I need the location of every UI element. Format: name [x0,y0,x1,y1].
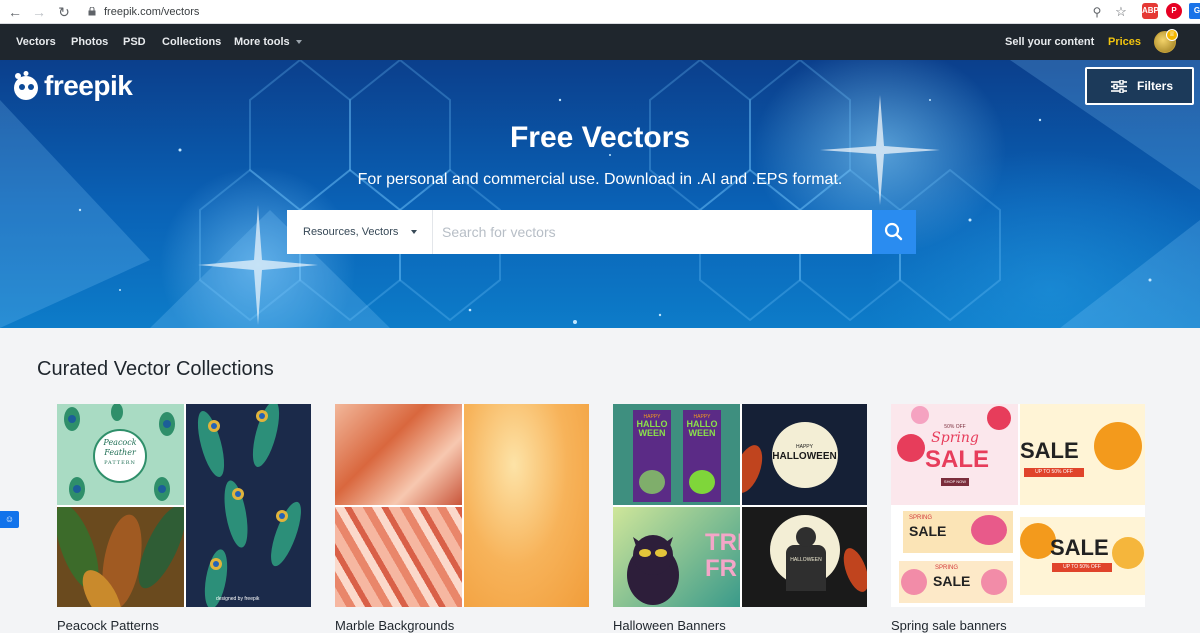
logo-wordmark: freepik [44,70,133,101]
tile-text: SALE [909,523,947,539]
search-button[interactable] [872,210,916,254]
flower-shape [971,515,1007,545]
flower-shape [1112,537,1144,569]
search-input[interactable] [442,210,872,254]
card-label[interactable]: Marble Backgrounds [335,618,454,633]
card-label[interactable]: Spring sale banners [891,618,1007,633]
search-bar: Resources, Vectors [287,210,916,254]
tropical-leaves-graphic [57,507,184,607]
flower-shape [981,569,1007,595]
tile-text: SALE [1050,535,1109,560]
sell-content-link[interactable]: Sell your content [1005,24,1094,60]
page-title: Free Vectors [509,121,691,154]
tile-text: UP TO 50% OFF [1052,563,1112,572]
flower-shape [901,569,927,595]
bookmark-star-icon[interactable]: ☆ [1112,3,1130,21]
tile-text: UP TO 50% OFF [1024,468,1084,477]
adblock-icon[interactable]: ABP [1142,3,1159,19]
credit-text: designed by freepik [216,596,260,602]
filters-button[interactable]: Filters [1085,67,1194,105]
tile-text: FR [705,555,737,582]
freepik-logo-icon [14,71,38,100]
premium-crown-icon: ♕ [1166,29,1178,41]
hero-banner [0,60,1200,328]
nav-more-tools[interactable]: More tools [234,24,302,60]
card-thumb: TRI FR [613,507,740,607]
flower-shape [911,406,929,424]
tile-text: HALLOWEEN [790,557,822,563]
collections-heading: Curated Vector Collections [37,358,274,380]
search-scope-select[interactable]: Resources, Vectors [287,210,433,254]
tile-text: HALLO WEEN [686,419,718,438]
collection-card-marble[interactable] [335,404,589,607]
tile-text: Feather [104,448,136,457]
flower-shape [1094,422,1142,470]
browser-toolbar: ← → ↻ freepik.com/vectors ⚲ ☆ ABP P G [0,0,1200,24]
filters-label: Filters [1137,79,1174,93]
address-bar[interactable]: freepik.com/vectors [104,3,199,21]
extension-icon[interactable]: G [1189,3,1200,19]
nav-psd[interactable]: PSD [123,24,146,60]
card-thumb: SALE UP TO 50% OFF [1020,404,1145,505]
tile-text: SPRING [935,565,959,571]
sliders-icon [1111,80,1127,93]
tile-text: SPRING [909,515,933,521]
tile-text: SALE [933,573,971,589]
arrow-left-icon[interactable]: ← [6,3,24,21]
card-thumb: designed by freepik [186,404,311,607]
arrow-right-icon[interactable]: → [30,3,48,21]
card-thumb: HAPPY HALLO WEEN HAPPY HALLO WEEN [613,404,740,505]
peacock-tile-title: Peacock Feather PATTERN [94,438,146,468]
tombstone-shape [786,545,826,591]
card-thumb: HALLOWEEN [742,507,867,607]
chevron-down-icon [295,40,302,45]
zoom-icon[interactable]: ⚲ [1088,3,1106,21]
card-thumb: Peacock Feather PATTERN [57,404,184,505]
card-thumb: SALE UP TO 50% OFF [1020,507,1145,607]
page-subtitle: For personal and commercial use. Downloa… [357,171,843,188]
search-scope-value: Resources, Vectors [303,226,399,238]
collection-card-peacock[interactable]: Peacock Feather PATTERN designed by free… [57,404,311,607]
card-label[interactable]: Peacock Patterns [57,618,159,633]
tile-text: SHOP NOW [941,478,969,486]
card-thumb [57,507,184,607]
card-thumb: SPRING SALE SPRING SALE [891,507,1018,607]
witch-icon [689,470,715,494]
reload-icon[interactable]: ↻ [55,3,73,21]
tile-text: HALLO WEEN [636,419,668,438]
nav-more-tools-label: More tools [234,36,290,48]
tile-text: Peacock [103,438,137,447]
user-feedback-icon[interactable]: ☺ [0,511,19,528]
collection-card-spring-sale[interactable]: 50% OFF Spring SALE SHOP NOW SALE UP TO … [891,404,1145,607]
flower-shape [987,406,1011,430]
cat-silhouette [796,527,816,547]
flower-shape [897,434,925,462]
card-thumb [464,404,589,607]
owl-icon [639,470,665,494]
tile-text: PATTERN [104,460,136,466]
caret-down-icon [411,230,417,234]
lock-icon [88,7,96,16]
collection-card-halloween[interactable]: HAPPY HALLO WEEN HAPPY HALLO WEEN HAPPY … [613,404,867,607]
card-thumb: 50% OFF Spring SALE SHOP NOW [891,404,1018,505]
card-thumb [335,507,462,607]
pinterest-icon[interactable]: P [1166,3,1182,19]
tile-text: SALE [925,446,990,473]
peacock-feathers-graphic [197,404,301,607]
card-thumb [335,404,462,505]
card-label[interactable]: Halloween Banners [613,618,726,633]
main-navbar: Vectors Photos PSD Collections More tool… [0,24,1200,60]
prices-link[interactable]: Prices [1108,24,1141,60]
tile-text: TRI [705,529,740,556]
card-thumb: HAPPY HALLOWEEN [742,404,867,505]
leaf-shape [838,544,867,596]
nav-vectors[interactable]: Vectors [16,24,56,60]
nav-photos[interactable]: Photos [71,24,108,60]
hero-background-graphic [0,60,1200,328]
search-icon [884,222,903,241]
tile-text: SALE [1020,438,1079,463]
tile-text: Spring [931,430,979,446]
nav-collections[interactable]: Collections [162,24,221,60]
